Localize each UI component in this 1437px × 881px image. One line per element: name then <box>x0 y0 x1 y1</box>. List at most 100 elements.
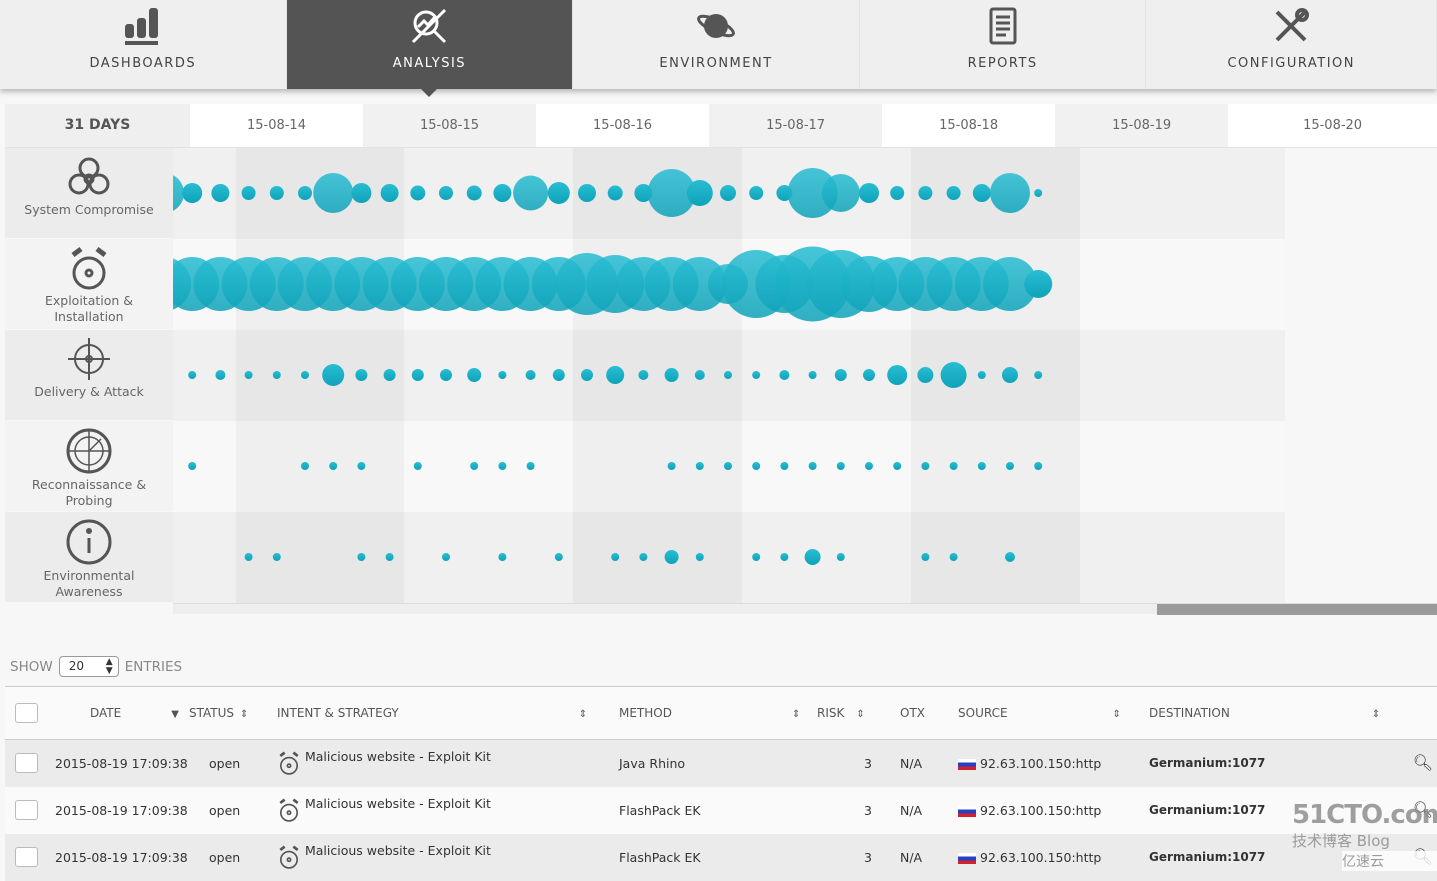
bubble[interactable] <box>385 553 394 561</box>
bubble[interactable] <box>413 462 422 470</box>
bubble[interactable] <box>752 462 761 470</box>
bubble[interactable] <box>836 553 845 561</box>
bubble[interactable] <box>410 185 426 201</box>
row-checkbox[interactable] <box>15 753 38 774</box>
bubble[interactable] <box>779 370 790 380</box>
bubble[interactable] <box>664 550 679 564</box>
tab-analysis[interactable]: ANALYSIS <box>286 0 574 97</box>
bubble[interactable] <box>470 462 479 470</box>
bubble[interactable] <box>466 185 482 201</box>
col-status[interactable]: STATUS ⇕ <box>189 686 277 740</box>
bubble[interactable] <box>836 462 845 470</box>
col-source[interactable]: SOURCE ⇕ <box>958 686 1149 740</box>
bubble[interactable] <box>724 371 732 379</box>
bubble[interactable] <box>821 174 860 212</box>
date-column[interactable]: 15-08-20 <box>1228 104 1437 147</box>
bubble[interactable] <box>301 371 309 379</box>
bubble[interactable] <box>467 368 482 382</box>
bubble[interactable] <box>724 462 732 470</box>
bubble[interactable] <box>357 462 366 470</box>
bubble[interactable] <box>893 462 902 470</box>
investigate-icon[interactable]: 🔍︎ <box>1413 800 1433 819</box>
bubble[interactable] <box>513 175 549 211</box>
bubble[interactable] <box>977 462 986 470</box>
investigate-icon[interactable]: 🔍︎ <box>1413 847 1433 866</box>
bubble[interactable] <box>526 462 535 470</box>
bubble[interactable] <box>298 186 312 200</box>
bubble[interactable] <box>863 369 875 381</box>
bubble[interactable] <box>269 186 284 200</box>
bubble[interactable] <box>780 553 789 561</box>
bubble[interactable] <box>313 173 354 213</box>
bubble[interactable] <box>552 369 565 381</box>
table-row[interactable]: 2015-08-19 17:09:38 open Malicious websi… <box>5 786 1437 834</box>
bubble[interactable] <box>780 462 789 470</box>
tab-reports[interactable]: REPORTS <box>860 0 1147 89</box>
bubble[interactable] <box>182 183 203 203</box>
bubble[interactable] <box>611 553 620 561</box>
bubble[interactable] <box>808 371 817 379</box>
bubble[interactable] <box>720 185 736 201</box>
bubble[interactable] <box>664 368 679 382</box>
date-column[interactable]: 15-08-17 <box>709 104 883 147</box>
bubble[interactable] <box>917 367 934 383</box>
bubble[interactable] <box>694 370 705 380</box>
bubble[interactable] <box>639 553 648 561</box>
date-column[interactable]: 15-08-14 <box>189 104 363 147</box>
bubble[interactable] <box>439 186 453 200</box>
bubble[interactable] <box>440 369 452 381</box>
bubble[interactable] <box>329 462 338 470</box>
bubble[interactable] <box>949 462 958 470</box>
date-column[interactable]: 15-08-16 <box>536 104 710 147</box>
col-method[interactable]: METHOD ⇕ <box>619 686 817 740</box>
bubble[interactable] <box>946 186 961 200</box>
page-size-select[interactable]: 20 ▲ ▼ <box>58 656 119 677</box>
bubble[interactable] <box>322 364 345 386</box>
investigate-icon[interactable]: 🔍︎ <box>1413 753 1433 772</box>
bubble[interactable] <box>188 462 197 470</box>
bubble[interactable] <box>211 184 230 202</box>
tab-configuration[interactable]: CONFIGURATION <box>1146 0 1437 89</box>
date-column[interactable]: 15-08-18 <box>882 104 1056 147</box>
bubble[interactable] <box>695 462 704 470</box>
bubble[interactable] <box>1034 462 1043 470</box>
bubble[interactable] <box>383 369 396 381</box>
range-label[interactable]: 31 DAYS <box>5 104 190 147</box>
bubble[interactable] <box>1034 189 1043 197</box>
row-checkbox[interactable] <box>15 800 38 820</box>
bubble[interactable] <box>972 184 991 202</box>
table-row[interactable]: 2015-08-19 17:09:38 open Malicious websi… <box>5 833 1437 881</box>
col-date[interactable]: DATE ▼ <box>55 686 189 740</box>
bubble[interactable] <box>921 462 930 470</box>
bubble[interactable] <box>887 365 908 385</box>
bubble[interactable] <box>215 370 226 380</box>
table-row[interactable]: 2015-08-19 17:09:38 open Malicious websi… <box>5 739 1437 787</box>
bubble[interactable] <box>990 173 1030 213</box>
bubble[interactable] <box>244 553 253 561</box>
bubble[interactable] <box>355 369 368 381</box>
bubble[interactable] <box>1005 552 1015 562</box>
row-checkbox[interactable] <box>15 847 38 867</box>
timeline-scrollbar[interactable] <box>173 603 1437 615</box>
scrollbar-thumb[interactable] <box>1157 604 1437 615</box>
bubble[interactable] <box>949 553 958 561</box>
bubble[interactable] <box>498 553 507 561</box>
bubble[interactable] <box>918 186 933 200</box>
bubble[interactable] <box>752 371 761 379</box>
bubble[interactable] <box>749 186 764 200</box>
bubble[interactable] <box>241 186 256 200</box>
date-column[interactable]: 15-08-15 <box>363 104 537 147</box>
bubble[interactable] <box>638 370 649 380</box>
bubble[interactable] <box>272 553 281 561</box>
bubble[interactable] <box>1024 270 1053 298</box>
bubble[interactable] <box>498 371 507 379</box>
bubble[interactable] <box>859 183 879 203</box>
tab-environment[interactable]: ENVIRONMENT <box>573 0 860 89</box>
select-all-checkbox[interactable] <box>15 703 38 723</box>
col-risk[interactable]: RISK ⇕ <box>817 686 900 740</box>
bubble[interactable] <box>804 549 821 565</box>
bubble[interactable] <box>607 185 623 201</box>
bubble[interactable] <box>1006 462 1014 470</box>
bubble[interactable] <box>940 362 967 388</box>
bubble[interactable] <box>752 553 761 561</box>
